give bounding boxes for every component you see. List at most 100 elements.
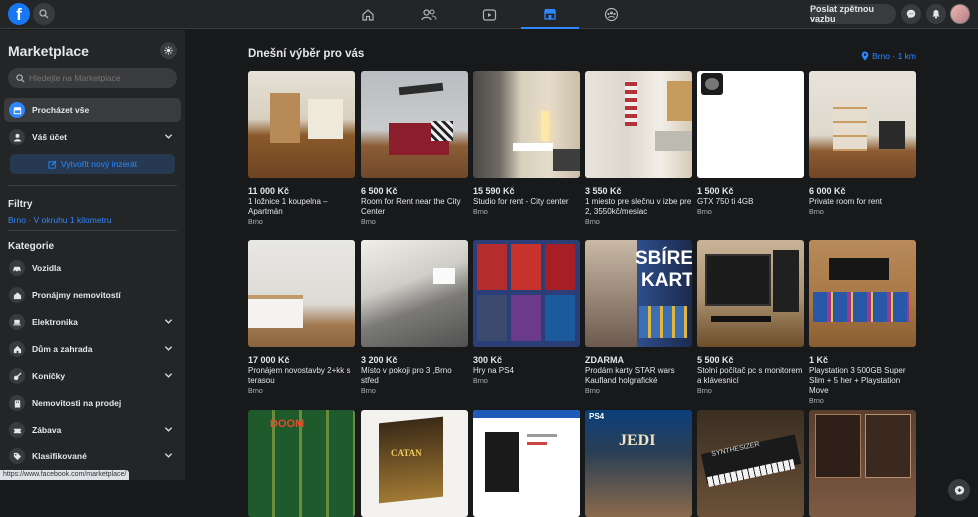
listing-photo: DOOM [248, 410, 355, 517]
chevron-down-icon [164, 319, 173, 324]
listing-price: 6 000 Kč [809, 186, 846, 196]
category-vehicles[interactable]: Vozidla [4, 256, 181, 280]
listing-card[interactable]: 300 Kč Hry na PS4 Brno [473, 240, 580, 387]
category-entertainment[interactable]: Zábava [4, 418, 181, 442]
listing-price: 6 500 Kč [361, 186, 398, 196]
search-button[interactable] [33, 3, 55, 25]
categories-heading: Kategorie [8, 241, 55, 252]
location-pin-icon [861, 51, 869, 61]
listing-title: Pronájem novostavby 2+kk s terasou [248, 366, 351, 385]
listing-card[interactable]: 3 200 Kč Místo v pokoji pro 3 ,Brno stře… [361, 240, 468, 397]
listing-price: 1 500 Kč [697, 186, 734, 196]
listing-title: Místo v pokoji pro 3 ,Brno střed [361, 366, 452, 385]
listing-card[interactable]: CATAN [361, 410, 468, 517]
tab-groups[interactable] [582, 0, 640, 29]
category-label: Dům a zahrada [32, 344, 93, 354]
marketplace-search[interactable] [8, 68, 177, 88]
listing-card[interactable]: 3 550 Kč 1 miesto pre slečnu v izbe pre … [585, 71, 692, 228]
home-icon [362, 8, 374, 21]
listing-photo: CATAN [361, 410, 468, 517]
chevron-down-icon [164, 373, 173, 378]
profile-avatar[interactable] [950, 4, 970, 24]
divider [8, 230, 177, 231]
page-title: Dnešní výběr pro vás [248, 48, 365, 60]
listing-card[interactable]: 11 000 Kč 1 ložnice 1 koupelna – Apartmá… [248, 71, 355, 228]
category-home-garden[interactable]: Dům a zahrada [4, 337, 181, 361]
ticket-icon [9, 422, 25, 438]
notifications-button[interactable] [926, 4, 946, 24]
user-icon [9, 129, 25, 145]
listing-location: Brno [361, 219, 376, 226]
listing-photo [248, 240, 355, 347]
listing-card[interactable]: 6 000 Kč Private room for rent Brno [809, 71, 916, 218]
create-listing-button[interactable]: Vytvořit nový inzerát [10, 154, 175, 174]
building-icon [9, 395, 25, 411]
compose-icon [954, 485, 964, 495]
listing-title: Prodám karty STAR wars Kaufland holgrafi… [585, 366, 675, 385]
listing-card[interactable]: 6 500 Kč Room for Rent near the City Cen… [361, 71, 468, 228]
listing-location: Brno [361, 388, 376, 395]
sidebar-item-browse-all[interactable]: Procházet vše [4, 98, 181, 122]
category-property-rentals[interactable]: Pronájmy nemovitostí [4, 283, 181, 307]
listing-title: Private room for rent [809, 197, 882, 206]
bell-icon [932, 10, 940, 19]
tab-watch[interactable] [460, 0, 518, 29]
category-label: Zábava [32, 425, 62, 435]
listing-location: Brno [585, 219, 600, 226]
listing-photo [361, 71, 468, 178]
category-property-for-sale[interactable]: Nemovitosti na prodej [4, 391, 181, 415]
location-selector[interactable]: Brno · 1 km [861, 51, 916, 61]
marketplace-search-input[interactable] [29, 73, 169, 83]
facebook-logo[interactable]: f [8, 3, 30, 25]
category-hobbies[interactable]: Koníčky [4, 364, 181, 388]
tab-friends[interactable] [400, 0, 458, 29]
new-message-button[interactable] [948, 479, 970, 501]
listing-card[interactable]: 1 Kč Playstation 3 500GB Super Slim + 5 … [809, 240, 916, 407]
send-feedback-button[interactable]: Poslat zpětnou vazbu [810, 4, 896, 24]
poster-text: PS4 [589, 412, 605, 421]
category-classifieds[interactable]: Klasifikované [4, 444, 181, 468]
listing-price: 1 Kč [809, 355, 829, 365]
location-filter-link[interactable]: Brno · V okruhu 1 kilometru [8, 215, 111, 225]
sidebar-item-your-account[interactable]: Váš účet [4, 125, 181, 149]
category-electronics[interactable]: Elektronika [4, 310, 181, 334]
listing-location: Brno [697, 209, 712, 216]
chevron-down-icon [164, 427, 173, 432]
listing-location: Brno [809, 209, 824, 216]
listing-title: 1 miesto pre slečnu v izbe pre 2, 3550kč… [585, 197, 692, 216]
listing-card[interactable]: PS4 JEDI [585, 410, 692, 517]
listing-card[interactable]: SYNTHESIZER [697, 410, 804, 517]
listing-card[interactable]: SBÍRE KART ZDARMA Prodám karty STAR wars… [585, 240, 692, 397]
video-icon [482, 8, 496, 21]
listing-card[interactable]: 5 500 Kč Stolní počítač pc s monitorem a… [697, 240, 804, 397]
tab-home[interactable] [339, 0, 397, 29]
listing-card[interactable]: 1 500 Kč GTX 750 ti 4GB Brno [697, 71, 804, 218]
marketplace-sidebar: Marketplace Procházet vše Váš účet Vytvo… [0, 30, 185, 480]
listing-photo: PS4 JEDI [585, 410, 692, 517]
listing-card[interactable]: DOOM [248, 410, 355, 517]
listing-photo: SYNTHESIZER [697, 410, 804, 517]
listing-card[interactable]: 17 000 Kč Pronájem novostavby 2+kk s ter… [248, 240, 355, 397]
friends-icon [421, 8, 437, 20]
listing-photo [809, 240, 916, 347]
listing-photo [809, 71, 916, 178]
listing-location: Brno [809, 398, 824, 405]
listing-card[interactable] [473, 410, 580, 517]
tab-marketplace[interactable] [521, 0, 579, 29]
listing-title: Hry na PS4 [473, 366, 514, 375]
home-icon [9, 341, 25, 357]
settings-button[interactable] [160, 42, 177, 59]
messenger-icon [906, 9, 916, 19]
messenger-button[interactable] [901, 4, 921, 24]
listing-card[interactable]: 15 590 Kč Studio for rent - City center … [473, 71, 580, 218]
category-label: Klasifikované [32, 451, 87, 461]
guitar-icon [9, 368, 25, 384]
poster-text: SBÍRE [635, 248, 692, 269]
tag-icon [9, 448, 25, 464]
listing-photo [697, 71, 804, 178]
listing-photo [361, 240, 468, 347]
listing-photo [809, 410, 916, 517]
listing-photo [697, 240, 804, 347]
listing-title: GTX 750 ti 4GB [697, 197, 754, 206]
listing-card[interactable] [809, 410, 916, 517]
